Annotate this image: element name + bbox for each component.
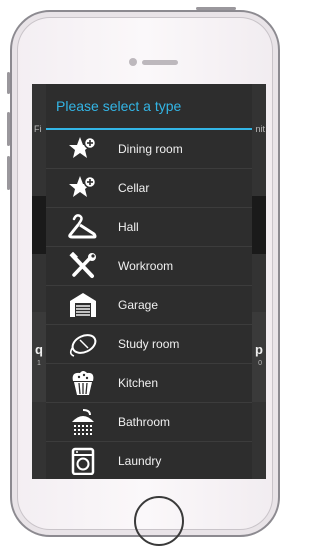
list-item-label: Hall [118, 220, 139, 234]
list-item-label: Dining room [118, 142, 183, 156]
list-item-garage[interactable]: Garage [46, 286, 252, 325]
list-item-workroom[interactable]: Workroom [46, 247, 252, 286]
list-item-cellar[interactable]: Cellar [46, 169, 252, 208]
shower-icon [72, 409, 94, 435]
background-left-panel [32, 84, 46, 479]
list-item-bathroom[interactable]: Bathroom [46, 403, 252, 442]
background-left-text: Fi [34, 124, 42, 134]
list-item-label: Bathroom [118, 415, 171, 429]
star-plus-icon [69, 136, 97, 158]
background-key-p: p [255, 342, 263, 357]
camera-icon [129, 58, 137, 66]
home-button[interactable] [134, 496, 184, 546]
list-item-label: Cellar [118, 181, 150, 195]
background-key-p-sub: 0 [258, 360, 262, 367]
background-right-panel [252, 84, 266, 479]
volume-up-button[interactable] [7, 112, 10, 146]
mute-switch[interactable] [7, 72, 10, 94]
muffin-icon [72, 371, 94, 395]
tools-icon [69, 252, 96, 278]
garage-icon [70, 293, 96, 317]
list-item-hall[interactable]: Hall [46, 208, 252, 247]
mouse-icon [69, 334, 97, 357]
power-button[interactable] [196, 7, 236, 10]
list-item-label: Garage [118, 298, 159, 312]
washing-machine-icon [71, 447, 95, 475]
volume-down-button[interactable] [7, 156, 10, 190]
list-item-label: Laundry [118, 454, 162, 468]
background-key-q: q [35, 342, 43, 357]
background-key-q-sub: 1 [37, 360, 41, 367]
hanger-icon [68, 214, 97, 239]
background-right-text: nit [255, 124, 265, 134]
list-item-study-room[interactable]: Study room [46, 325, 252, 364]
dialog-title: Please select a type [56, 98, 182, 114]
speaker-grille [142, 60, 178, 65]
list-item-kitchen[interactable]: Kitchen [46, 364, 252, 403]
list-item-laundry[interactable]: Laundry [46, 442, 252, 479]
phone-screen: Fi nit q 1 p 0 Please select a type Dini… [32, 84, 266, 479]
star-plus-icon [69, 175, 97, 197]
list-item-label: Workroom [118, 259, 174, 273]
list-item-dining-room[interactable]: Dining room [46, 130, 252, 169]
list-item-label: Kitchen [118, 376, 159, 390]
type-select-dialog: Please select a type Dining room Cellar … [46, 84, 252, 479]
type-list: Dining room Cellar Hall Workroom Garage … [46, 130, 252, 479]
list-item-label: Study room [118, 337, 180, 351]
